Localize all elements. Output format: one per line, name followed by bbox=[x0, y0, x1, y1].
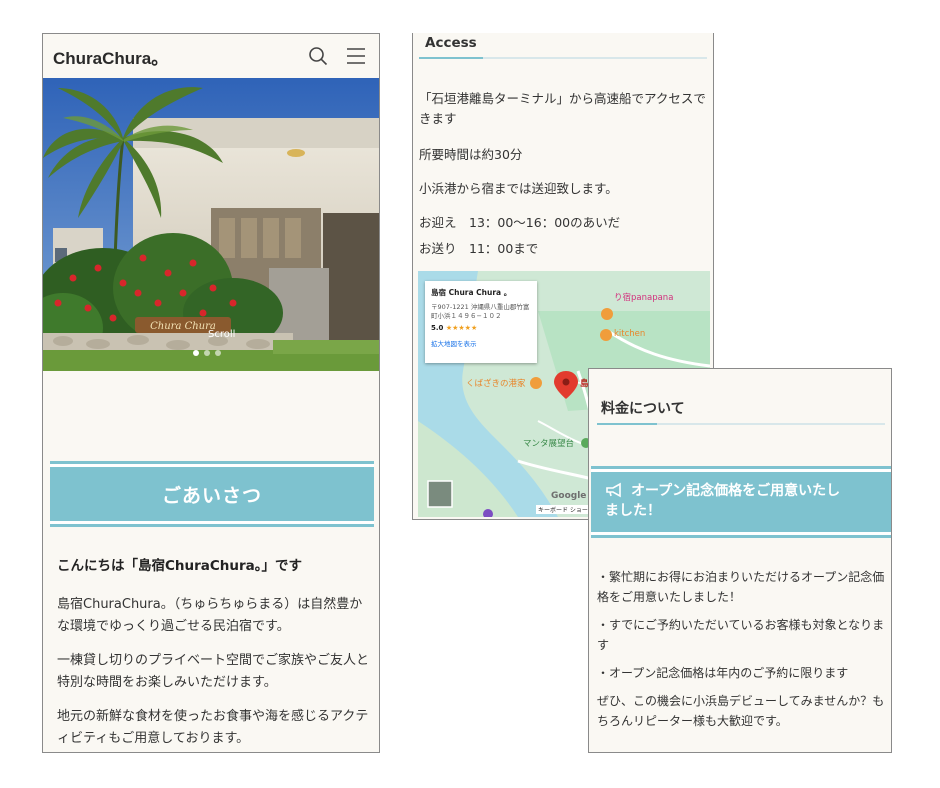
access-line: 「石垣港離島ターミナル」から高速船でアクセスできます bbox=[419, 91, 706, 126]
greeting-heading-band: ごあいさつ bbox=[50, 464, 374, 524]
access-line: 小浜港から宿までは送迎致します。 bbox=[419, 181, 618, 196]
intro-title: こんにちは「島宿ChuraChura。」です bbox=[57, 558, 303, 574]
pricing-note: ・すでにご予約いただいているお客様も対象となります bbox=[597, 618, 885, 652]
site-logo[interactable]: ChuraChura。 bbox=[53, 44, 293, 69]
sign-text: Chura Chura bbox=[150, 321, 216, 332]
hamburger-menu-icon[interactable] bbox=[343, 43, 369, 69]
access-line: お送り 11：00まで bbox=[419, 241, 539, 256]
slide-dot[interactable] bbox=[193, 350, 199, 356]
intro-paragraph: 地元の新鮮な食材を使ったお食事や海を感じるアクティビティもご用意しております。 bbox=[57, 709, 369, 746]
map-place-card: 島宿 Chura Chura 。 〒907-1221 沖縄県八重山郡竹富町小浜１… bbox=[425, 281, 537, 363]
homepage-panel: ChuraChura。 Chura Chura Scroll ごあいさつ こんに… bbox=[42, 33, 380, 753]
larger-map-link[interactable]: 拡大地図を表示 bbox=[431, 338, 531, 348]
pricing-note: ぜひ、この機会に小浜島デビューしてみませんか？もちろんリピーター様も大歓迎です。 bbox=[597, 694, 885, 728]
title-underline bbox=[597, 423, 885, 425]
access-info: 「石垣港離島ターミナル」から高速船でアクセスできます 所要時間は約30分 小浜港… bbox=[419, 89, 709, 259]
intro-paragraph: 島宿ChuraChura。（ちゅらちゅらまる）は自然豊かな環境でゆっくり過ごせる… bbox=[57, 597, 363, 634]
pricing-note: ・繁忙期にお得にお泊まりいただけるオープン記念価格をご用意いたしました！ bbox=[597, 570, 885, 604]
pricing-note: ・オープン記念価格は年内のご予約に限ります bbox=[597, 666, 849, 680]
greeting-heading: ごあいさつ bbox=[161, 484, 262, 507]
pricing-panel: 料金について オープン記念価格をご用意いたし ました！ ・繁忙期にお得にお泊まり… bbox=[588, 368, 892, 753]
map-place-name: 島宿 Chura Chura 。 bbox=[431, 288, 512, 297]
greeting-body: こんにちは「島宿ChuraChura。」です 島宿ChuraChura。（ちゅら… bbox=[57, 554, 370, 752]
map-label-viewpoint[interactable]: マンタ展望台 bbox=[523, 437, 574, 449]
megaphone-icon bbox=[605, 482, 623, 502]
hero-slideshow[interactable]: Chura Chura Scroll bbox=[43, 78, 379, 371]
scroll-indicator[interactable]: Scroll bbox=[208, 329, 235, 340]
access-line: お迎え 13：00〜16：00のあいだ bbox=[419, 215, 621, 230]
slide-dot[interactable] bbox=[204, 350, 210, 356]
map-label-panapana[interactable]: り宿panapana bbox=[614, 291, 673, 303]
map-label-port[interactable]: くばざきの港家 bbox=[466, 377, 526, 389]
map-place-rating: 5.0 ★★★★★ bbox=[431, 324, 531, 332]
promo-heading-line2: ました！ bbox=[605, 503, 661, 519]
hero-photo: Chura Chura bbox=[43, 78, 379, 371]
search-icon[interactable] bbox=[305, 43, 331, 69]
keyboard-shortcuts-link[interactable]: キーボード ショート bbox=[536, 505, 596, 514]
site-header: ChuraChura。 bbox=[43, 34, 379, 78]
google-logo: Google bbox=[551, 491, 587, 501]
pricing-title: 料金について bbox=[601, 401, 685, 417]
promo-heading-line1: オープン記念価格をご用意いたし bbox=[631, 483, 841, 499]
map-label-kitchen[interactable]: kitchen bbox=[614, 329, 645, 339]
access-title: Access bbox=[425, 35, 477, 51]
slide-dot[interactable] bbox=[215, 350, 221, 356]
star-rating-icon: ★★★★★ bbox=[445, 324, 478, 332]
title-underline bbox=[419, 57, 707, 59]
access-line: 所要時間は約30分 bbox=[419, 147, 523, 162]
rating-value: 5.0 bbox=[431, 324, 444, 332]
pricing-body: ・繁忙期にお得にお泊まりいただけるオープン記念価格をご用意いたしました！ ・すで… bbox=[597, 567, 889, 739]
map-place-address: 〒907-1221 沖縄県八重山郡竹富町小浜１４９６−１０２ bbox=[431, 303, 530, 320]
slide-dots bbox=[193, 350, 221, 356]
promo-banner: オープン記念価格をご用意いたし ました！ bbox=[591, 469, 891, 535]
intro-paragraph: 一棟貸し切りのプライベート空間でご家族やご友人と特別な時間をお楽しみいただけます… bbox=[57, 653, 370, 690]
